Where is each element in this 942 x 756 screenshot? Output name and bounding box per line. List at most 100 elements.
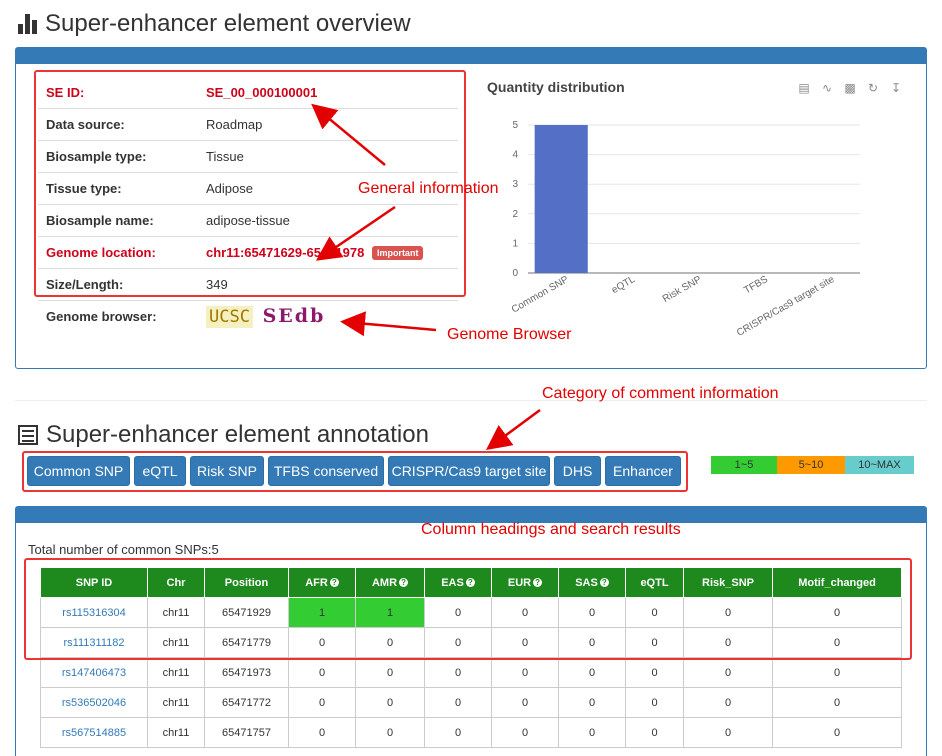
table-cell: 0: [772, 717, 902, 748]
table-cell: 0: [288, 657, 356, 688]
table-row: rs567514885 chr11 65471757 0 0 0 0 0 0 0 0: [40, 717, 902, 748]
col-position[interactable]: Position: [204, 567, 289, 598]
download-icon[interactable]: ↧: [889, 81, 903, 95]
table-row: rs147406473 chr11 65471973 0 0 0 0 0 0 0 0: [40, 657, 902, 688]
y-tick-label: 3: [512, 179, 518, 190]
total-common-snps: Total number of common SNPs:5: [28, 542, 219, 557]
table-cell: 65471772: [204, 687, 289, 718]
tab-crispr-target-site[interactable]: CRISPR/Cas9 target site: [388, 456, 550, 486]
table-cell: 0: [558, 627, 626, 658]
col-risk-snp[interactable]: Risk_SNP: [683, 567, 773, 598]
help-icon[interactable]: ?: [533, 578, 543, 588]
chart-toolbox: ▤ ∿ ▩ ↻ ↧: [797, 81, 903, 95]
table-cell: 0: [424, 687, 492, 718]
help-icon[interactable]: ?: [599, 578, 609, 588]
quantity-distribution-chart: 012345Common SNP eQTL Risk SNP TFBSCRISPR/C…: [510, 120, 860, 339]
table-cell: 0: [625, 657, 684, 688]
tab-dhs[interactable]: DHS: [554, 456, 601, 486]
snp-id-link[interactable]: rs567514885: [40, 717, 148, 748]
table-cell: chr11: [147, 627, 205, 658]
table-cell: 0: [558, 657, 626, 688]
col-eas-label: EAS: [441, 576, 464, 589]
table-cell: 0: [355, 657, 425, 688]
legend-5-10: 5~10: [777, 456, 845, 474]
table-cell: 0: [424, 627, 492, 658]
col-amr-label: AMR: [371, 576, 398, 589]
restore-icon[interactable]: ↻: [866, 81, 880, 95]
help-icon[interactable]: ?: [329, 578, 339, 588]
col-amr[interactable]: AMR?: [355, 567, 425, 598]
col-eas[interactable]: EAS?: [424, 567, 492, 598]
table-cell: 0: [683, 657, 773, 688]
y-tick-label: 0: [512, 268, 518, 279]
snp-id-link[interactable]: rs111311182: [40, 627, 148, 658]
annotation-columns: Column headings and search results: [421, 521, 681, 538]
tab-eqtl[interactable]: eQTL: [134, 456, 186, 486]
table-cell: 1: [355, 597, 425, 628]
snp-id-link[interactable]: rs536502046: [40, 687, 148, 718]
legend-1-5: 1~5: [711, 456, 777, 474]
table-cell: 0: [558, 717, 626, 748]
x-tick-label: Risk SNP: [661, 274, 704, 305]
bar-chart-icon[interactable]: ▩: [843, 81, 857, 95]
table-cell: 0: [424, 657, 492, 688]
col-motif-changed[interactable]: Motif_changed: [772, 567, 902, 598]
table-cell: 0: [772, 627, 902, 658]
data-view-icon[interactable]: ▤: [797, 81, 811, 95]
table-cell: 0: [772, 687, 902, 718]
table-cell: 0: [683, 717, 773, 748]
table-cell: 0: [288, 627, 356, 658]
table-cell: 0: [683, 687, 773, 718]
y-tick-label: 1: [512, 238, 518, 249]
col-chr[interactable]: Chr: [147, 567, 205, 598]
col-snp-id[interactable]: SNP ID: [40, 567, 148, 598]
table-cell: 0: [772, 597, 902, 628]
table-header-row: SNP ID Chr Position AFR? AMR? EAS? EUR? …: [40, 567, 902, 598]
tab-risk-snp[interactable]: Risk SNP: [190, 456, 264, 486]
col-sas-label: SAS: [575, 576, 598, 589]
table-cell: 0: [683, 627, 773, 658]
line-chart-icon[interactable]: ∿: [820, 81, 834, 95]
snp-id-link[interactable]: rs147406473: [40, 657, 148, 688]
table-cell: 0: [625, 687, 684, 718]
help-icon[interactable]: ?: [399, 578, 409, 588]
arrow-to-genome-location: [315, 205, 396, 261]
list-icon: [18, 425, 38, 445]
table-cell: 65471757: [204, 717, 289, 748]
table-cell: 0: [491, 597, 559, 628]
table-cell: 0: [625, 627, 684, 658]
table-cell: 0: [491, 627, 559, 658]
y-tick-label: 5: [512, 120, 518, 131]
col-sas[interactable]: SAS?: [558, 567, 626, 598]
tab-tfbs-conserved[interactable]: TFBS conserved: [268, 456, 384, 486]
table-row: rs111311182 chr11 65471779 0 0 0 0 0 0 0 0: [40, 627, 902, 658]
help-icon[interactable]: ?: [465, 578, 475, 588]
table-cell: 0: [491, 657, 559, 688]
col-eqtl[interactable]: eQTL: [625, 567, 684, 598]
col-afr-label: AFR: [305, 576, 328, 589]
table-cell: chr11: [147, 717, 205, 748]
arrow-to-tabs: [485, 408, 541, 450]
table-cell: 0: [625, 717, 684, 748]
table-cell: 0: [424, 597, 492, 628]
tab-common-snp[interactable]: Common SNP: [27, 456, 130, 486]
table-cell: 0: [772, 657, 902, 688]
arrow-to-se-id: [311, 103, 386, 166]
table-cell: 0: [683, 597, 773, 628]
table-row: rs536502046 chr11 65471772 0 0 0 0 0 0 0 0: [40, 687, 902, 718]
section-divider: [15, 400, 927, 401]
snp-id-link[interactable]: rs115316304: [40, 597, 148, 628]
x-tick-label: Common SNP: [510, 274, 571, 316]
col-afr[interactable]: AFR?: [288, 567, 356, 598]
table-cell: 65471779: [204, 627, 289, 658]
col-eur[interactable]: EUR?: [491, 567, 559, 598]
table-cell: 65471973: [204, 657, 289, 688]
col-eur-label: EUR: [507, 576, 532, 589]
table-cell: 65471929: [204, 597, 289, 628]
tab-enhancer[interactable]: Enhancer: [605, 456, 681, 486]
table-cell: 0: [491, 717, 559, 748]
table-cell: 0: [288, 687, 356, 718]
chart-title: Quantity distribution: [487, 79, 625, 95]
table-cell: 0: [424, 717, 492, 748]
annotation-category: Category of comment information: [542, 385, 779, 402]
